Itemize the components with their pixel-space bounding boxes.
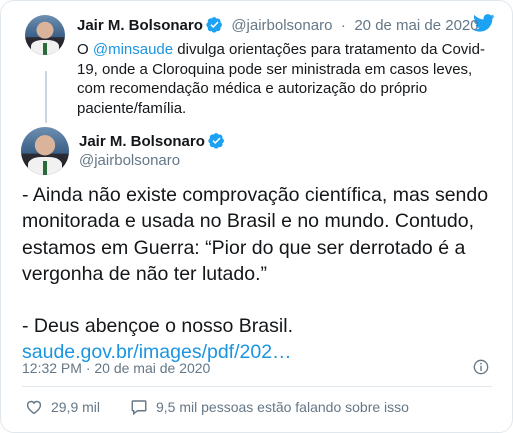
tweet-paragraph-1: - Ainda não existe comprovação científic… (22, 184, 489, 285)
quoted-tweet-text: O @minsaude divulga orientações para tra… (77, 40, 497, 118)
quoted-author-avatar[interactable] (25, 15, 65, 55)
quoted-author-name[interactable]: Jair M. Bolsonaro (77, 17, 203, 34)
quoted-text-prefix: O (77, 41, 93, 58)
main-author-handle[interactable]: @jairbolsonaro (79, 152, 180, 169)
main-author-name-row: Jair M. Bolsonaro (79, 132, 225, 151)
tweet-paragraph-2: - Deus abençoe o nosso Brasil. (22, 315, 293, 338)
quoted-tweet-date[interactable]: 20 de mai de 2020 (354, 17, 478, 34)
main-author-avatar[interactable] (21, 127, 69, 175)
talking-count: 9,5 mil pessoas estão falando sobre isso (156, 399, 409, 415)
main-author-name[interactable]: Jair M. Bolsonaro (79, 133, 205, 150)
divider (22, 386, 492, 387)
main-tweet-text: - Ainda não existe comprovação científic… (22, 182, 492, 366)
tweet-card: Jair M. Bolsonaro @jairbolsonaro · 20 de… (0, 0, 513, 433)
verified-badge-icon (206, 17, 222, 33)
info-icon[interactable] (473, 359, 489, 375)
tweet-timestamp[interactable]: 12:32 PM · 20 de mai de 2020 (22, 360, 210, 376)
header-separator: · (340, 17, 346, 34)
like-action[interactable]: 29,9 mil (25, 398, 100, 416)
mention-link[interactable]: @minsaude (93, 41, 173, 58)
speech-bubble-icon (131, 400, 147, 416)
heart-icon (26, 400, 42, 415)
like-count: 29,9 mil (51, 399, 101, 415)
quoted-author-handle[interactable]: @jairbolsonaro (231, 17, 332, 34)
thread-connector-line (45, 71, 47, 123)
quoted-tweet-header: Jair M. Bolsonaro @jairbolsonaro · 20 de… (77, 16, 479, 35)
talking-action[interactable]: 9,5 mil pessoas estão falando sobre isso (130, 398, 409, 416)
verified-badge-icon (208, 133, 224, 149)
